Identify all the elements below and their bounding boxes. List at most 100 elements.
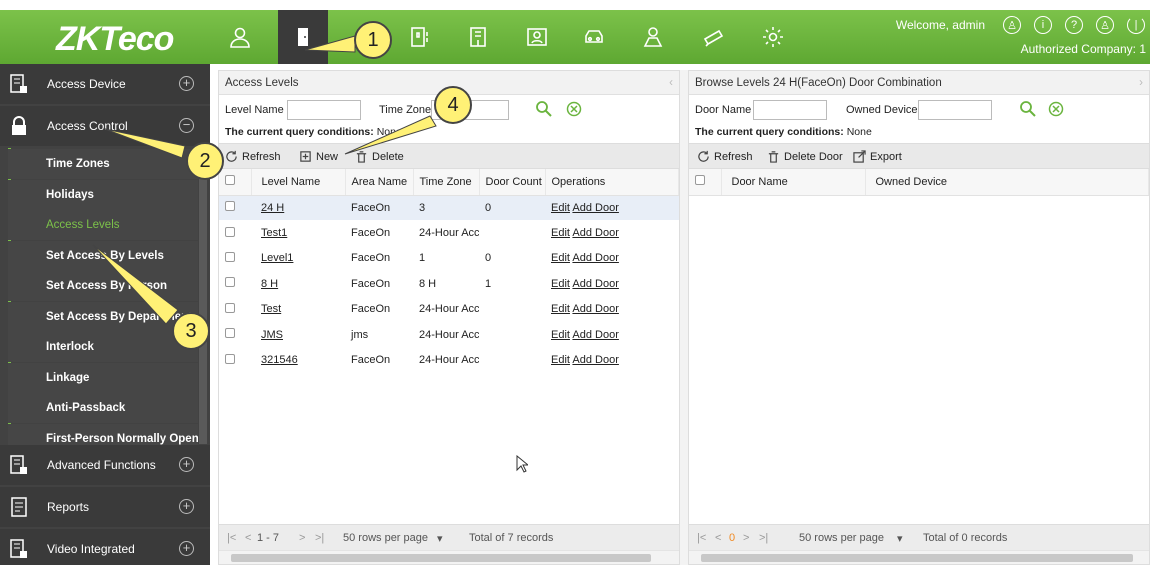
add-door-link[interactable]: Add Door — [572, 202, 618, 214]
rows-per-page-select[interactable]: 50 rows per page — [343, 532, 428, 544]
rows-per-page-dropdown-icon[interactable]: ▾ — [437, 532, 443, 545]
edit-link[interactable]: Edit — [551, 202, 570, 214]
row-checkbox[interactable] — [219, 347, 251, 372]
video-camera-icon[interactable] — [689, 10, 739, 64]
sidebar-section-reports[interactable]: Reports + — [0, 487, 210, 527]
next-page-button[interactable]: > — [299, 532, 305, 544]
first-page-button[interactable]: |< — [697, 532, 706, 544]
level-name-link[interactable]: 321546 — [261, 354, 298, 366]
new-icon — [300, 151, 311, 162]
edit-link[interactable]: Edit — [551, 278, 570, 290]
visitor-icon[interactable] — [512, 10, 562, 64]
table-row[interactable]: 321546 FaceOn 24-Hour Acce: 6 Edit Add Door — [219, 347, 679, 372]
level-name-link[interactable]: Level1 — [261, 252, 293, 264]
sidebar-section-access-device[interactable]: Access Device + — [0, 64, 210, 104]
column-header[interactable]: Level Name — [251, 169, 346, 196]
sidebar-section-advanced-functions[interactable]: Advanced Functions + — [0, 445, 210, 485]
edit-link[interactable]: Edit — [551, 252, 570, 264]
collapse-arrow-icon[interactable]: ‹ — [669, 71, 673, 95]
refresh-button[interactable]: Refresh — [225, 150, 281, 163]
add-door-link[interactable]: Add Door — [572, 252, 618, 264]
table-row[interactable]: 8 H FaceOn 8 H 1 Edit Add Door — [219, 271, 679, 296]
row-checkbox[interactable] — [219, 322, 251, 347]
panel-splitter[interactable] — [680, 70, 688, 565]
row-checkbox[interactable] — [219, 271, 251, 296]
sidebar-item-linkage[interactable]: Linkage — [8, 363, 198, 393]
column-header[interactable]: Time Zone — [413, 169, 480, 196]
sidebar-section-video-integrated[interactable]: Video Integrated + — [0, 529, 210, 565]
level-name-link[interactable]: Test — [261, 303, 281, 315]
new-button[interactable]: New — [299, 150, 338, 163]
row-checkbox[interactable] — [219, 246, 251, 271]
column-header[interactable]: Owned Device — [865, 169, 1149, 196]
delete-door-button[interactable]: Delete Door — [767, 150, 843, 163]
attendance-icon[interactable] — [395, 10, 445, 64]
system-settings-icon[interactable] — [748, 10, 798, 64]
last-page-button[interactable]: >| — [315, 532, 324, 544]
expand-icon[interactable]: + — [179, 457, 194, 472]
power-icon[interactable]: | — [1127, 16, 1145, 34]
profile-icon[interactable]: ♙ — [1096, 16, 1114, 34]
table-row[interactable]: Level1 FaceOn 1 0 Edit Add Door — [219, 246, 679, 271]
level-name-link[interactable]: 8 H — [261, 278, 278, 290]
row-checkbox[interactable] — [219, 220, 251, 245]
elevator-icon[interactable] — [453, 10, 503, 64]
table-row[interactable]: JMS jms 24-Hour Acce: 0 Edit Add Door — [219, 322, 679, 347]
level-name-link[interactable]: Test1 — [261, 227, 287, 239]
first-page-button[interactable]: |< — [227, 532, 236, 544]
rows-per-page-dropdown-icon[interactable]: ▾ — [897, 532, 903, 545]
select-all-checkbox[interactable] — [219, 169, 252, 196]
column-header[interactable]: Area Name — [345, 169, 414, 196]
column-header[interactable]: Operations — [545, 169, 679, 196]
search-icon[interactable] — [535, 100, 553, 118]
clear-icon[interactable] — [1047, 100, 1065, 118]
row-checkbox[interactable] — [219, 297, 251, 322]
level-name-link[interactable]: JMS — [261, 329, 283, 341]
door-name-input[interactable] — [753, 100, 827, 120]
expand-icon[interactable]: + — [179, 541, 194, 556]
edit-link[interactable]: Edit — [551, 303, 570, 315]
sidebar-scrollbar[interactable] — [199, 148, 207, 444]
last-page-button[interactable]: >| — [759, 532, 768, 544]
add-door-link[interactable]: Add Door — [572, 278, 618, 290]
prev-page-button[interactable]: < — [245, 532, 251, 544]
patrol-icon[interactable] — [628, 10, 678, 64]
prev-page-button[interactable]: < — [715, 532, 721, 544]
column-header[interactable]: Door Count — [479, 169, 546, 196]
owned-device-input[interactable] — [918, 100, 992, 120]
table-row[interactable]: Test FaceOn 24-Hour Acce: 1 Edit Add Door — [219, 297, 679, 322]
edit-link[interactable]: Edit — [551, 329, 570, 341]
horizontal-scrollbar[interactable] — [219, 550, 679, 564]
horizontal-scrollbar[interactable] — [689, 550, 1149, 564]
add-door-link[interactable]: Add Door — [572, 354, 618, 366]
user-icon[interactable]: ♙ — [1003, 16, 1021, 34]
next-page-button[interactable]: > — [743, 532, 749, 544]
parking-icon[interactable] — [569, 10, 619, 64]
edit-link[interactable]: Edit — [551, 354, 570, 366]
add-door-link[interactable]: Add Door — [572, 329, 618, 341]
expand-icon[interactable]: + — [179, 499, 194, 514]
select-all-checkbox[interactable] — [689, 169, 722, 196]
sidebar-item-access-levels[interactable]: Access Levels — [8, 210, 198, 240]
personnel-icon[interactable] — [215, 10, 265, 64]
table-row[interactable]: 24 H FaceOn 3 0 Edit Add Door — [219, 195, 679, 221]
level-name-link[interactable]: 24 H — [261, 202, 284, 214]
sidebar-item-interlock[interactable]: Interlock — [8, 332, 198, 362]
table-row[interactable]: Test1 FaceOn 24-Hour Acce: 5 Edit Add Door — [219, 220, 679, 245]
row-checkbox[interactable] — [219, 195, 251, 221]
refresh-button[interactable]: Refresh — [697, 150, 753, 163]
search-icon[interactable] — [1019, 100, 1037, 118]
sidebar-item-anti-passback[interactable]: Anti-Passback — [8, 393, 198, 423]
expand-icon[interactable]: + — [179, 76, 194, 91]
edit-link[interactable]: Edit — [551, 227, 570, 239]
column-header[interactable]: Door Name — [721, 169, 866, 196]
collapse-arrow-icon[interactable]: › — [1139, 71, 1143, 95]
add-door-link[interactable]: Add Door — [572, 303, 618, 315]
rows-per-page-select[interactable]: 50 rows per page — [799, 532, 884, 544]
sidebar-item-holidays[interactable]: Holidays — [8, 180, 198, 210]
add-door-link[interactable]: Add Door — [572, 227, 618, 239]
clear-icon[interactable] — [565, 100, 583, 118]
info-icon[interactable]: i — [1034, 16, 1052, 34]
help-icon[interactable]: ? — [1065, 16, 1083, 34]
export-button[interactable]: Export — [853, 150, 902, 163]
